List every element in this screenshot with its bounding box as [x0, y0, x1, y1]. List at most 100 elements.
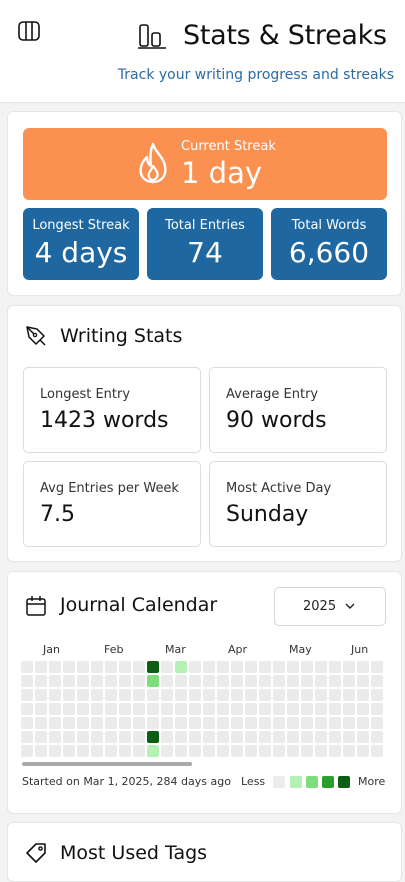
heatmap-day-cell[interactable] — [231, 717, 243, 729]
heatmap-day-cell[interactable] — [287, 731, 299, 743]
heatmap-day-cell[interactable] — [77, 717, 89, 729]
heatmap-day-cell[interactable] — [203, 675, 215, 687]
heatmap-day-cell[interactable] — [147, 675, 159, 687]
heatmap-day-cell[interactable] — [77, 703, 89, 715]
heatmap-day-cell[interactable] — [35, 689, 47, 701]
heatmap-day-cell[interactable] — [357, 689, 369, 701]
heatmap-day-cell[interactable] — [357, 703, 369, 715]
heatmap-day-cell[interactable] — [329, 689, 341, 701]
heatmap-day-cell[interactable] — [63, 731, 75, 743]
heatmap-day-cell[interactable] — [133, 703, 145, 715]
heatmap-day-cell[interactable] — [315, 745, 327, 757]
heatmap-day-cell[interactable] — [273, 717, 285, 729]
heatmap-day-cell[interactable] — [21, 745, 33, 757]
heatmap-day-cell[interactable] — [245, 731, 257, 743]
heatmap-day-cell[interactable] — [315, 703, 327, 715]
heatmap-day-cell[interactable] — [231, 675, 243, 687]
heatmap-day-cell[interactable] — [217, 675, 229, 687]
heatmap-day-cell[interactable] — [161, 745, 173, 757]
heatmap-day-cell[interactable] — [119, 731, 131, 743]
heatmap-day-cell[interactable] — [189, 717, 201, 729]
heatmap-day-cell[interactable] — [119, 745, 131, 757]
heatmap-day-cell[interactable] — [217, 689, 229, 701]
heatmap-day-cell[interactable] — [301, 717, 313, 729]
heatmap-day-cell[interactable] — [245, 703, 257, 715]
heatmap-day-cell[interactable] — [231, 689, 243, 701]
heatmap-day-cell[interactable] — [231, 731, 243, 743]
heatmap-day-cell[interactable] — [147, 703, 159, 715]
heatmap-day-cell[interactable] — [315, 689, 327, 701]
heatmap-day-cell[interactable] — [189, 689, 201, 701]
heatmap-day-cell[interactable] — [329, 731, 341, 743]
heatmap-day-cell[interactable] — [315, 717, 327, 729]
heatmap-day-cell[interactable] — [371, 703, 383, 715]
heatmap-day-cell[interactable] — [161, 689, 173, 701]
heatmap-day-cell[interactable] — [119, 661, 131, 673]
heatmap-day-cell[interactable] — [91, 731, 103, 743]
heatmap-day-cell[interactable] — [119, 675, 131, 687]
heatmap-day-cell[interactable] — [273, 703, 285, 715]
heatmap-day-cell[interactable] — [91, 661, 103, 673]
heatmap-day-cell[interactable] — [259, 731, 271, 743]
heatmap-day-cell[interactable] — [133, 675, 145, 687]
heatmap-day-cell[interactable] — [147, 661, 159, 673]
heatmap-day-cell[interactable] — [301, 745, 313, 757]
heatmap-day-cell[interactable] — [371, 717, 383, 729]
heatmap-day-cell[interactable] — [315, 661, 327, 673]
heatmap-day-cell[interactable] — [217, 745, 229, 757]
heatmap-day-cell[interactable] — [105, 689, 117, 701]
heatmap-day-cell[interactable] — [315, 731, 327, 743]
heatmap-day-cell[interactable] — [259, 661, 271, 673]
heatmap-day-cell[interactable] — [343, 661, 355, 673]
heatmap-day-cell[interactable] — [105, 703, 117, 715]
heatmap-day-cell[interactable] — [91, 675, 103, 687]
heatmap-day-cell[interactable] — [343, 689, 355, 701]
heatmap-day-cell[interactable] — [357, 717, 369, 729]
heatmap-day-cell[interactable] — [49, 689, 61, 701]
heatmap-day-cell[interactable] — [329, 717, 341, 729]
heatmap-day-cell[interactable] — [105, 731, 117, 743]
heatmap-day-cell[interactable] — [357, 731, 369, 743]
heatmap-day-cell[interactable] — [175, 689, 187, 701]
heatmap-day-cell[interactable] — [189, 661, 201, 673]
heatmap-day-cell[interactable] — [49, 745, 61, 757]
heatmap-day-cell[interactable] — [259, 689, 271, 701]
heatmap-day-cell[interactable] — [147, 689, 159, 701]
heatmap-day-cell[interactable] — [343, 745, 355, 757]
heatmap-day-cell[interactable] — [273, 675, 285, 687]
heatmap-day-cell[interactable] — [357, 661, 369, 673]
heatmap-day-cell[interactable] — [175, 717, 187, 729]
heatmap-day-cell[interactable] — [287, 745, 299, 757]
heatmap-day-cell[interactable] — [357, 675, 369, 687]
heatmap-day-cell[interactable] — [63, 745, 75, 757]
heatmap-day-cell[interactable] — [203, 661, 215, 673]
heatmap-day-cell[interactable] — [217, 717, 229, 729]
heatmap-day-cell[interactable] — [105, 745, 117, 757]
heatmap-day-cell[interactable] — [315, 675, 327, 687]
heatmap-day-cell[interactable] — [147, 745, 159, 757]
heatmap-day-cell[interactable] — [49, 731, 61, 743]
heatmap-day-cell[interactable] — [63, 717, 75, 729]
heatmap-day-cell[interactable] — [203, 731, 215, 743]
heatmap-day-cell[interactable] — [49, 675, 61, 687]
heatmap-day-cell[interactable] — [21, 731, 33, 743]
heatmap-day-cell[interactable] — [329, 745, 341, 757]
heatmap-day-cell[interactable] — [133, 717, 145, 729]
heatmap-day-cell[interactable] — [245, 661, 257, 673]
heatmap-day-cell[interactable] — [287, 675, 299, 687]
heatmap-day-cell[interactable] — [77, 689, 89, 701]
heatmap-day-cell[interactable] — [147, 717, 159, 729]
heatmap-day-cell[interactable] — [161, 661, 173, 673]
heatmap-day-cell[interactable] — [105, 717, 117, 729]
calendar-scrollbar[interactable] — [22, 762, 192, 766]
heatmap-day-cell[interactable] — [217, 661, 229, 673]
heatmap-day-cell[interactable] — [35, 731, 47, 743]
heatmap-day-cell[interactable] — [161, 717, 173, 729]
heatmap-day-cell[interactable] — [371, 731, 383, 743]
heatmap-day-cell[interactable] — [35, 703, 47, 715]
sidebar-toggle-icon[interactable] — [18, 21, 40, 41]
heatmap-day-cell[interactable] — [21, 675, 33, 687]
heatmap-day-cell[interactable] — [273, 661, 285, 673]
heatmap-day-cell[interactable] — [273, 689, 285, 701]
heatmap-day-cell[interactable] — [203, 745, 215, 757]
